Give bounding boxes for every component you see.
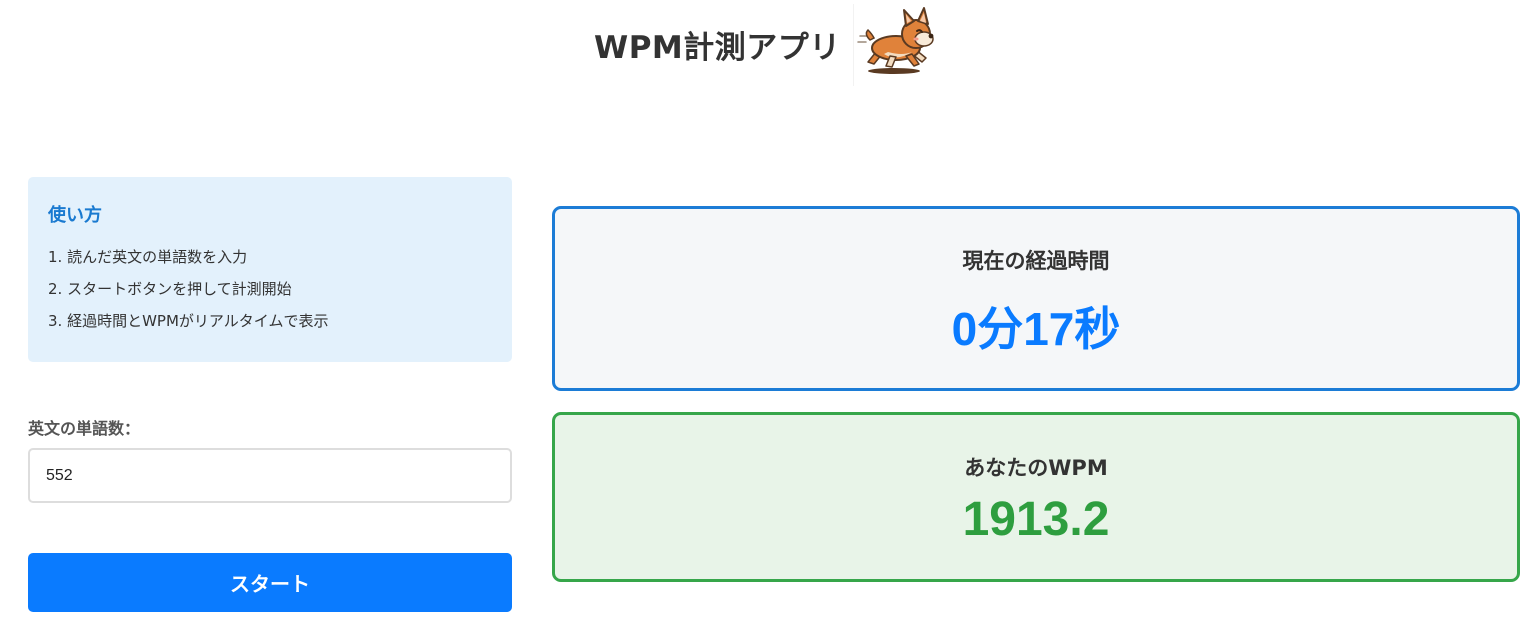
elapsed-time-value: 0分17秒	[951, 303, 1121, 355]
instructions-title: 使い方	[48, 205, 102, 226]
instructions-panel: 使い方 1. 読んだ英文の単語数を入力 2. スタートボタンを押して計測開始 3…	[28, 177, 512, 362]
instruction-step: 3. 経過時間とWPMがリアルタイムで表示	[48, 312, 329, 330]
wpm-value: 1913.2	[962, 493, 1110, 546]
word-count-input[interactable]	[28, 448, 512, 503]
app-header: WPM計測アプリ	[0, 0, 1538, 90]
wpm-label: あなたのWPM	[964, 456, 1108, 480]
app-title: WPM計測アプリ	[594, 30, 841, 66]
running-corgi-icon	[853, 4, 946, 86]
instructions-list: 1. 読んだ英文の単語数を入力 2. スタートボタンを押して計測開始 3. 経過…	[48, 241, 492, 337]
elapsed-time-card: 現在の経過時間 0分17秒	[552, 206, 1520, 391]
elapsed-time-label: 現在の経過時間	[962, 249, 1110, 273]
instruction-step: 2. スタートボタンを押して計測開始	[48, 280, 292, 298]
instruction-step: 1. 読んだ英文の単語数を入力	[48, 248, 248, 266]
start-button[interactable]: スタート	[28, 553, 512, 612]
word-count-label: 英文の単語数：	[28, 419, 141, 438]
wpm-card: あなたのWPM 1913.2	[552, 412, 1520, 582]
